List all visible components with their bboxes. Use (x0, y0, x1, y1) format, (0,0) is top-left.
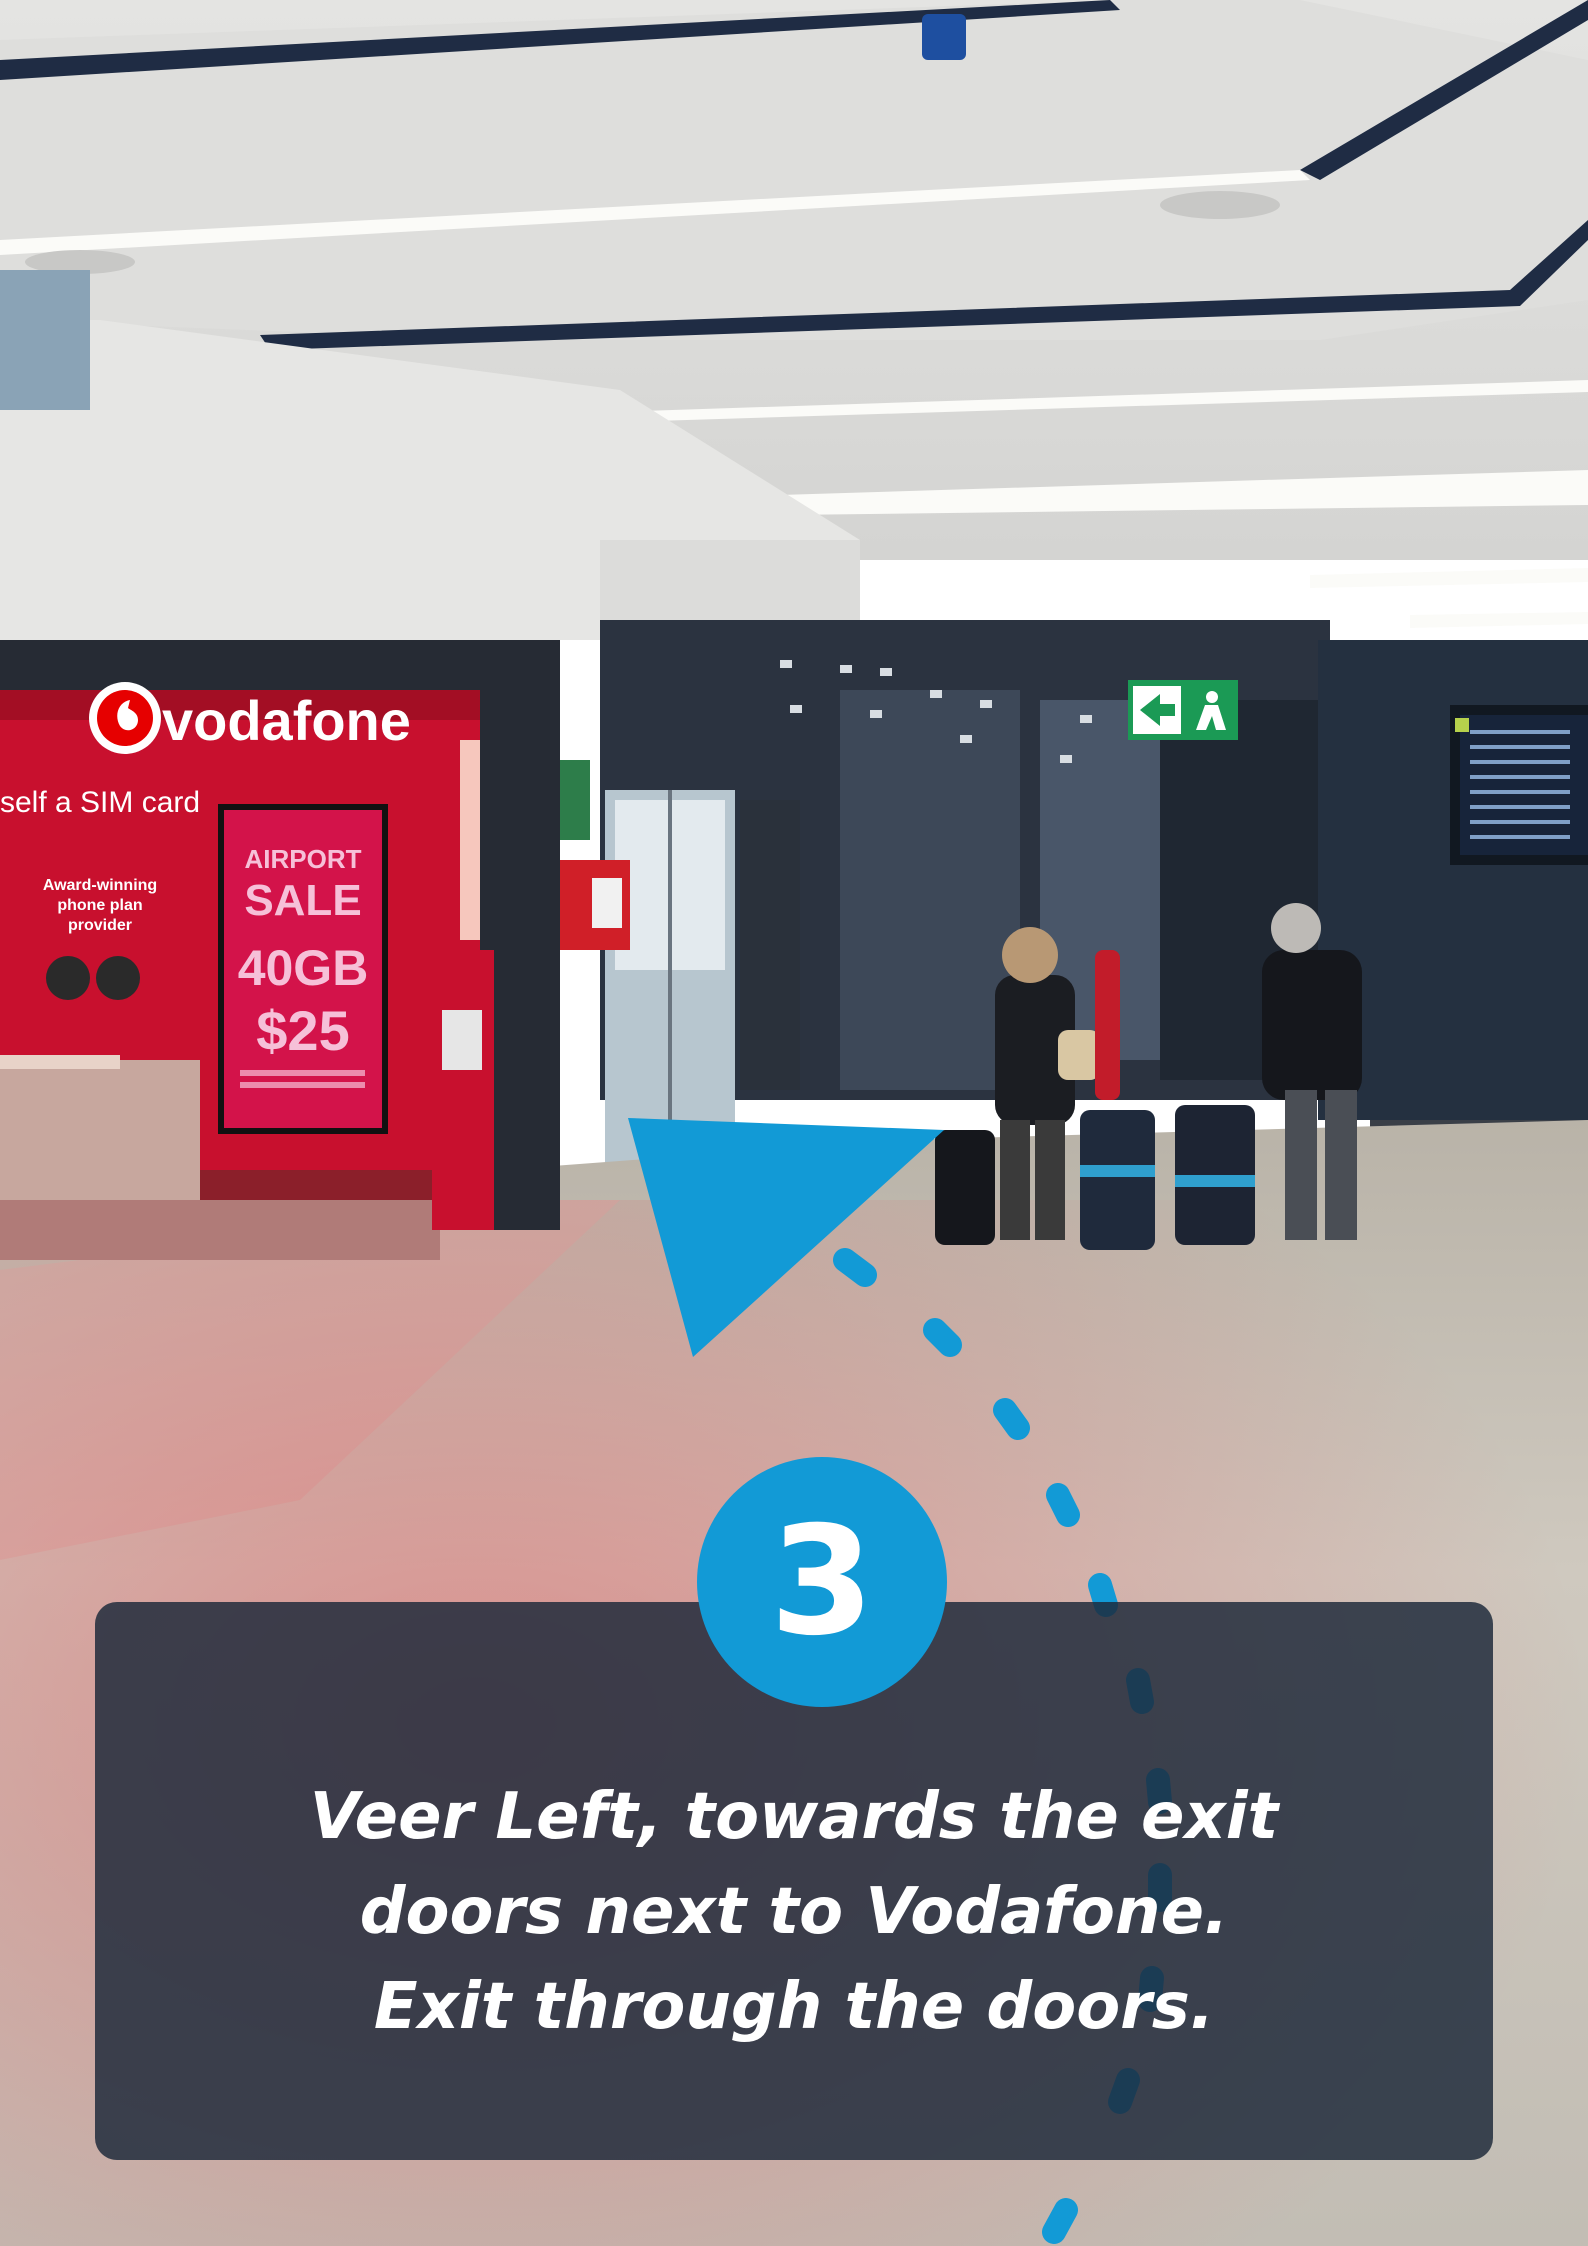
instruction-line-2: doors next to Vodafone. (359, 1875, 1229, 1949)
instruction-line-1: Veer Left, towards the exit (309, 1780, 1279, 1854)
instruction-line-3: Exit through the doors. (373, 1970, 1215, 2044)
store-banner: self a SIM card (0, 786, 200, 819)
promo-line-2: phone plan (57, 897, 142, 914)
step-instructions: Veer Left, towards the exit doors next t… (95, 1770, 1493, 2055)
poster-data: 40GB (238, 940, 369, 996)
poster-headline: AIRPORT (245, 844, 362, 874)
promo-line-1: Award-winning (43, 877, 157, 894)
step-number-badge: 3 (697, 1457, 947, 1707)
poster-sale: SALE (244, 876, 361, 925)
store-logo-text: vodafone (162, 689, 411, 752)
promo-line-3: provider (68, 917, 132, 934)
poster-price: $25 (256, 999, 349, 1062)
